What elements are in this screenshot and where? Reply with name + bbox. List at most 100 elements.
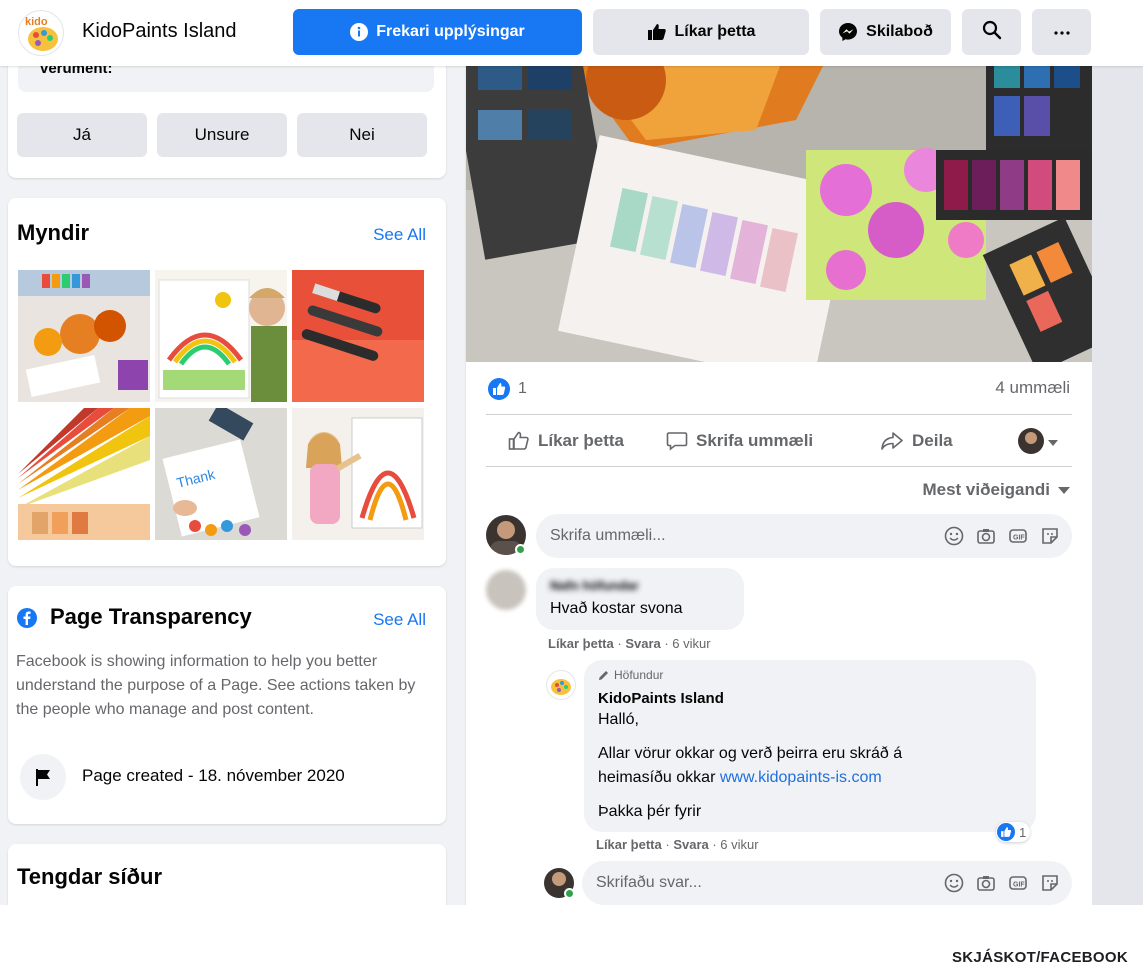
post-reactions[interactable]: 1: [488, 378, 527, 400]
reply-thanks: Þakka þér fyrir: [598, 803, 702, 820]
more-options-button[interactable]: [1032, 9, 1091, 55]
logo-text: kido: [25, 16, 48, 28]
like-page-button[interactable]: Líkar þetta: [593, 9, 809, 55]
reply-input-tools: GIF: [944, 873, 1060, 898]
caret-down-icon: [1058, 486, 1070, 494]
reply-reaction-count: 1: [1019, 824, 1027, 840]
comment-input-tools: GIF: [944, 526, 1060, 551]
screenshot-credit: SKJÁSKOT/FACEBOOK: [952, 949, 1128, 965]
comment-reply-link[interactable]: Svara: [625, 636, 660, 651]
photo-thumbnail[interactable]: Thank: [155, 408, 287, 540]
message-label: Skilaboð: [866, 23, 933, 40]
comment-placeholder: Skrifa ummæli...: [550, 527, 666, 544]
photos-card: Myndir See All Thank: [8, 198, 446, 566]
thumbs-up-icon: [647, 23, 667, 41]
related-pages-title: Tengdar síður: [17, 864, 163, 889]
transparency-see-all-link[interactable]: See All: [373, 610, 426, 630]
share-post-button[interactable]: Deila: [880, 420, 953, 462]
photo-thumbnail[interactable]: [155, 270, 287, 402]
page-logo-avatar[interactable]: kido: [18, 10, 64, 56]
comments-count[interactable]: 4 ummæli: [995, 378, 1070, 398]
photo-thumbnail[interactable]: [292, 408, 424, 540]
poll-option-unsure[interactable]: Unsure: [157, 113, 287, 157]
photo-thumbnail[interactable]: [18, 408, 150, 540]
thumbs-up-outline-icon: [508, 431, 529, 450]
share-post-label: Deila: [912, 431, 953, 450]
like-page-label: Líkar þetta: [674, 23, 756, 40]
commenter-name-blurred[interactable]: Nafn höfundar: [550, 578, 639, 593]
emoji-icon[interactable]: [944, 526, 964, 551]
poll-option-no[interactable]: Nei: [297, 113, 427, 157]
camera-icon[interactable]: [976, 526, 996, 551]
caret-down-icon: [1048, 431, 1066, 451]
svg-text:GIF: GIF: [1013, 535, 1025, 542]
reply-greeting: Halló,: [598, 711, 639, 728]
related-pages-card: Tengdar síður: [8, 844, 446, 905]
right-gutter: [1092, 66, 1143, 905]
reply-author-name[interactable]: KidoPaints Island: [598, 690, 724, 707]
commenter-avatar[interactable]: [486, 570, 526, 610]
comment-text: Hvað kostar svona: [550, 600, 683, 617]
palette-logo-icon: kido: [25, 16, 58, 51]
reply-bubble: Höfundur KidoPaints Island Halló, Allar …: [584, 660, 1036, 832]
page-created-date: Page created - 18. nóvember 2020: [82, 766, 345, 785]
reply-reaction-badge[interactable]: 1: [996, 822, 1031, 842]
page-name[interactable]: KidoPaints Island: [82, 20, 237, 43]
like-post-button[interactable]: Líkar þetta: [508, 420, 624, 462]
post-card: 1 4 ummæli Líkar þetta Skrifa ummæli Dei…: [466, 40, 1092, 905]
palette-logo-icon: [551, 679, 571, 695]
author-badge: Höfundur: [598, 668, 663, 682]
gif-icon[interactable]: GIF: [1008, 526, 1028, 551]
photos-see-all-link[interactable]: See All: [373, 225, 426, 245]
share-arrow-icon: [881, 432, 903, 450]
comment-bubble-icon: [666, 432, 688, 451]
comment-input[interactable]: Skrifa ummæli... GIF: [536, 514, 1072, 558]
like-reaction-icon: [997, 823, 1015, 841]
more-info-button[interactable]: Frekari upplýsingar: [293, 9, 582, 55]
reply-time[interactable]: 6 vikur: [720, 837, 758, 852]
search-button[interactable]: [962, 9, 1021, 55]
facebook-icon: [17, 608, 37, 633]
reply-reply-link[interactable]: Svara: [673, 837, 708, 852]
website-link[interactable]: www.kidopaints-is.com: [720, 769, 882, 786]
reply-input[interactable]: Skrifaðu svar... GIF: [582, 861, 1072, 905]
pencil-icon: [598, 669, 610, 681]
comment-like-link[interactable]: Líkar þetta: [548, 636, 614, 651]
photo-thumbnail[interactable]: [18, 270, 150, 402]
poll-option-yes[interactable]: Já: [17, 113, 147, 157]
reply-meta: Líkar þetta · Svara · 6 vikur: [596, 837, 759, 852]
transparency-description: Facebook is showing information to help …: [16, 653, 416, 718]
reply-placeholder: Skrifaðu svar...: [596, 874, 702, 891]
facebook-page-screen: kido KidoPaints Island Frekari upplýsing…: [0, 0, 1143, 905]
reply-like-link[interactable]: Líkar þetta: [596, 837, 662, 852]
user-avatar-small: [1018, 428, 1044, 454]
reply-line-b-text: heimasíðu okkar: [598, 769, 716, 786]
photo-thumbnail[interactable]: [292, 270, 424, 402]
transparency-title: Page Transparency: [50, 604, 252, 629]
author-badge-label: Höfundur: [614, 668, 664, 682]
comment-time[interactable]: 6 vikur: [672, 636, 710, 651]
camera-icon[interactable]: [976, 873, 996, 898]
emoji-icon[interactable]: [944, 873, 964, 898]
search-icon: [982, 20, 1002, 45]
comment-post-button[interactable]: Skrifa ummæli: [666, 420, 813, 462]
messenger-icon: [838, 22, 858, 42]
message-button[interactable]: Skilaboð: [820, 9, 951, 55]
page-header-bar: kido KidoPaints Island Frekari upplýsing…: [0, 0, 1143, 66]
post-image[interactable]: [466, 40, 1092, 362]
divider: [486, 414, 1072, 415]
like-reaction-icon: [488, 378, 510, 400]
reaction-count: 1: [518, 380, 527, 397]
comment-meta: Líkar þetta · Svara · 6 vikur: [548, 636, 711, 651]
online-status-dot: [515, 544, 526, 555]
page-reply-avatar[interactable]: [546, 670, 576, 700]
online-status-dot: [564, 888, 575, 899]
sticker-icon[interactable]: [1040, 873, 1060, 898]
gif-icon[interactable]: GIF: [1008, 873, 1028, 898]
comment-sort-dropdown[interactable]: Mest viðeigandi: [922, 480, 1070, 500]
sticker-icon[interactable]: [1040, 526, 1060, 551]
more-dots-icon: [1053, 23, 1071, 41]
reply-line-a: Allar vörur okkar og verð þeirra eru skr…: [598, 745, 903, 762]
flag-icon: [20, 754, 66, 800]
post-as-selector[interactable]: [1018, 420, 1066, 462]
